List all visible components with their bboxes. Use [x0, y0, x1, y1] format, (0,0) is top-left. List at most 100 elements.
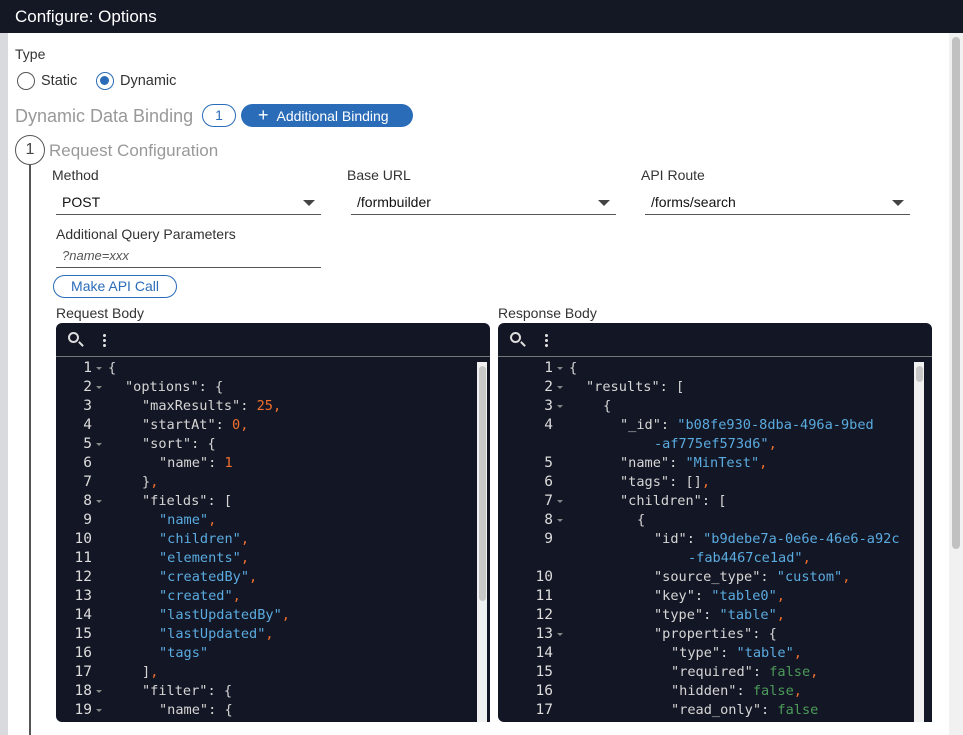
- radio-static[interactable]: [17, 72, 35, 90]
- code-line: 9 "name",: [56, 511, 490, 530]
- code-line: 9 "id": "b9debe7a-0e6e-46e6-a92c: [498, 530, 932, 549]
- code-line: 16 "tags": [56, 644, 490, 663]
- code-token: "type":: [671, 645, 737, 661]
- caret-down-icon: [892, 200, 904, 206]
- fold-arrow-icon[interactable]: [557, 405, 563, 408]
- code-line: -fab4467ce1ad",: [498, 549, 932, 568]
- code-line: 10 "children",: [56, 530, 490, 549]
- line-number: 1: [544, 360, 553, 376]
- radio-dynamic[interactable]: [96, 72, 114, 90]
- code-line: 17 "read_only": false: [498, 701, 932, 720]
- code-token: {: [569, 360, 578, 376]
- radio-dynamic-label[interactable]: Dynamic: [120, 73, 176, 89]
- line-number: 11: [535, 588, 553, 604]
- code-token: "required":: [671, 664, 770, 680]
- line-number: 3: [83, 398, 92, 414]
- line-number: 8: [544, 512, 553, 528]
- code-token: ,: [701, 474, 711, 490]
- editor-scrollbar[interactable]: [914, 362, 924, 722]
- dialog-scrollbar[interactable]: [949, 33, 963, 735]
- line-number: 4: [544, 417, 553, 433]
- code-token: "fields": [: [142, 493, 233, 509]
- line-number: 1: [83, 360, 92, 376]
- code-line: 14 "lastUpdatedBy",: [56, 606, 490, 625]
- code-token: "options": {: [125, 379, 224, 395]
- code-line: 16 "hidden": false,: [498, 682, 932, 701]
- search-icon[interactable]: [68, 332, 79, 343]
- code-line: 17],: [56, 663, 490, 682]
- additional-binding-button[interactable]: + Additional Binding: [241, 104, 413, 127]
- code-line: 3 "maxResults": 25,: [56, 397, 490, 416]
- fold-arrow-icon[interactable]: [96, 386, 102, 389]
- line-number: 10: [74, 531, 92, 547]
- code-token: ,: [232, 588, 241, 604]
- fold-arrow-icon[interactable]: [557, 633, 563, 636]
- api-route-select[interactable]: /forms/search: [645, 189, 910, 215]
- fold-arrow-icon[interactable]: [96, 500, 102, 503]
- plus-icon: +: [258, 105, 269, 125]
- code-token: ]: [142, 664, 151, 680]
- fold-arrow-icon[interactable]: [557, 386, 563, 389]
- line-number: 6: [544, 474, 553, 490]
- make-api-call-button[interactable]: Make API Call: [53, 275, 177, 298]
- code-token: ,: [150, 474, 159, 490]
- code-token: false: [769, 664, 811, 680]
- code-token: ,: [240, 417, 249, 433]
- editor-scrollbar[interactable]: [477, 362, 487, 722]
- code-token: ,: [810, 664, 819, 680]
- code-token: ,: [776, 588, 785, 604]
- fold-arrow-icon[interactable]: [96, 690, 102, 693]
- step-number: 1: [15, 135, 45, 165]
- fold-arrow-icon[interactable]: [557, 519, 563, 522]
- fold-arrow-icon[interactable]: [96, 443, 102, 446]
- line-number: 6: [83, 455, 92, 471]
- code-token: ,: [776, 607, 785, 623]
- line-number: 14: [535, 645, 553, 661]
- line-number: 15: [535, 664, 553, 680]
- code-token: "b08fe930-8dba-496a-9bed: [677, 417, 874, 433]
- code-line: 1{: [56, 359, 490, 378]
- binding-count-badge[interactable]: 1: [202, 104, 236, 127]
- code-token: "sort": {: [142, 436, 216, 452]
- dialog-title: Configure: Options: [0, 0, 963, 33]
- line-number: 2: [544, 379, 553, 395]
- line-number: 9: [83, 512, 92, 528]
- method-value: POST: [62, 194, 101, 210]
- fold-arrow-icon[interactable]: [96, 367, 102, 370]
- code-token: "type":: [654, 607, 720, 623]
- request-configuration-heading: Request Configuration: [49, 141, 219, 160]
- fold-arrow-icon[interactable]: [557, 500, 563, 503]
- method-select[interactable]: POST: [56, 189, 321, 215]
- base-url-select[interactable]: /formbuilder: [351, 189, 616, 215]
- line-number: 11: [74, 550, 92, 566]
- radio-static-label[interactable]: Static: [41, 73, 77, 89]
- line-number: 5: [544, 455, 553, 471]
- code-line: 11 "key": "table0",: [498, 587, 932, 606]
- code-token: ,: [793, 645, 802, 661]
- more-vert-icon[interactable]: [103, 333, 106, 347]
- request-body-editor[interactable]: 1{2 "options": {3 "maxResults": 25, 4 "start…: [56, 323, 490, 722]
- line-number: 16: [535, 683, 553, 699]
- code-token: "filter": {: [142, 683, 233, 699]
- line-number: 7: [83, 474, 92, 490]
- code-token: ,: [272, 398, 282, 414]
- code-token: ,: [240, 550, 250, 566]
- query-params-input[interactable]: ?name=xxx: [56, 245, 321, 268]
- code-token: ,: [240, 531, 250, 547]
- code-line: 1{: [498, 359, 932, 378]
- code-line: 14 "type": "table",: [498, 644, 932, 663]
- response-body-label: Response Body: [498, 305, 597, 321]
- fold-arrow-icon[interactable]: [96, 709, 102, 712]
- scrollbar-thumb[interactable]: [952, 37, 960, 549]
- method-label: Method: [52, 167, 99, 183]
- fold-arrow-icon[interactable]: [557, 367, 563, 370]
- additional-binding-label: Additional Binding: [276, 108, 389, 124]
- code-line: 10 "source_type": "custom",: [498, 568, 932, 587]
- type-label: Type: [15, 46, 46, 62]
- response-body-editor[interactable]: 1{2 "results": [3{4 "_id": "b08fe930-8dba-…: [498, 323, 932, 722]
- background-window: [0, 0, 8, 735]
- search-icon[interactable]: [510, 332, 521, 343]
- more-vert-icon[interactable]: [545, 333, 548, 347]
- code-token: "lastUpdated": [159, 626, 266, 642]
- code-token: ,: [793, 683, 802, 699]
